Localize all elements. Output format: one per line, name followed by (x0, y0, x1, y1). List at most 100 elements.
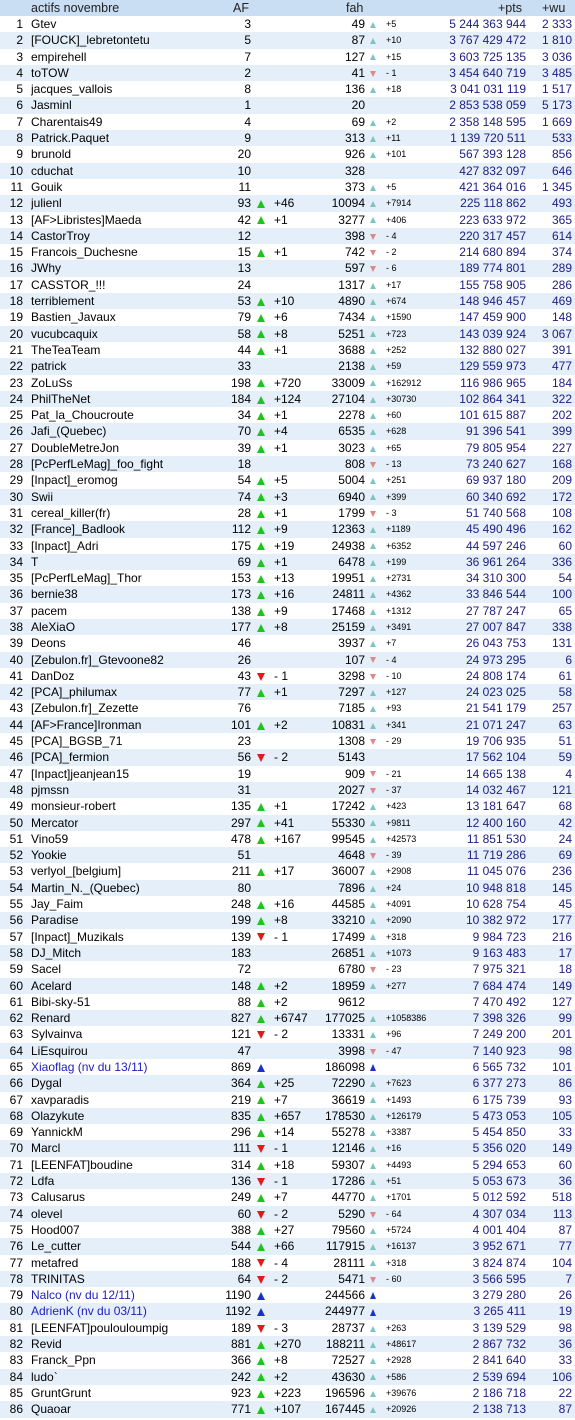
af-cell: 54 (237, 473, 251, 488)
af-trend (257, 1206, 271, 1222)
rank-cell: 28 (9, 457, 23, 472)
fah-trend (370, 212, 384, 228)
up-triangle-icon (257, 1014, 265, 1023)
table-row: 62 Renard 827 +6747 177025 +1058386 7 398 326 9… (0, 1010, 575, 1027)
rank-cell: 24 (9, 391, 23, 406)
rank-cell: 75 (9, 1222, 23, 1237)
fah-cell: 25159 (331, 619, 365, 634)
pts-cell: 3 824 874 (472, 1255, 526, 1270)
pts-cell: 189 774 801 (459, 261, 526, 276)
af-delta-cell: +124 (274, 391, 302, 406)
table-row: 73 Calusarus 249 +7 44770 +1701 5 012 592 518 (0, 1189, 575, 1206)
af-delta-cell: +1 (274, 245, 288, 260)
af-delta-cell: +18 (274, 1157, 295, 1172)
team-name-cell: ludo` (31, 1369, 58, 1384)
pts-cell: 3 767 429 472 (449, 33, 526, 48)
af-trend (257, 815, 271, 831)
af-delta-cell: +270 (274, 1337, 302, 1352)
af-cell: 60 (237, 1206, 251, 1221)
af-trend (257, 1320, 271, 1336)
fah-trend (370, 717, 384, 733)
wu-cell: 322 (551, 391, 572, 406)
af-trend (257, 978, 271, 994)
team-name-cell: [LEENFAT]poulouloumpig (31, 1320, 169, 1335)
rank-cell: 55 (9, 897, 23, 912)
fah-trend (370, 1303, 384, 1319)
down-triangle-icon (370, 233, 376, 240)
af-cell: 58 (237, 326, 251, 341)
af-trend (257, 1189, 271, 1205)
pts-cell: 91 396 541 (465, 424, 526, 439)
up-triangle-icon (370, 706, 376, 713)
rank-cell: 13 (9, 212, 23, 227)
down-triangle-icon (370, 787, 376, 794)
fah-cell: 4890 (338, 294, 365, 309)
pts-cell: 7 975 321 (472, 962, 526, 977)
fah-trend (370, 570, 384, 586)
down-triangle-icon (370, 1048, 376, 1055)
af-cell: 2 (244, 65, 251, 80)
up-triangle-icon (370, 901, 376, 908)
wu-cell: 58 (558, 685, 572, 700)
table-row: 81 [LEENFAT]poulouloumpig 189- 3 28737 +263 3… (0, 1319, 575, 1337)
up-triangle-icon (257, 1357, 265, 1366)
fah-cell: 24938 (331, 538, 365, 553)
wu-cell: 59 (558, 750, 572, 765)
fah-cell: 5290 (338, 1206, 365, 1221)
team-name-cell: Jasminl (31, 98, 72, 113)
rank-cell: 27 (9, 440, 23, 455)
pts-cell: 3 603 725 135 (449, 49, 526, 64)
fah-cell: 5251 (338, 326, 365, 341)
rank-cell: 34 (9, 554, 23, 569)
down-triangle-icon (370, 266, 376, 273)
wu-cell: 33 (558, 1125, 572, 1140)
fah-cell: 33009 (331, 375, 365, 390)
up-triangle-icon (370, 608, 376, 615)
table-row: 9 brunold 20 926 +101 567 393 128 856 (0, 146, 575, 163)
af-trend (257, 505, 271, 521)
table-row: 5 jacques_vallois 8 136 +18 3 041 031 119 1 51… (0, 81, 575, 98)
table-row: 7 Charentais49 4 69 +2 2 358 148 595 1 669 (0, 113, 575, 131)
af-delta-cell: +17 (274, 864, 295, 879)
pts-cell: 2 853 538 059 (449, 98, 526, 113)
rank-cell: 82 (9, 1337, 23, 1352)
table-row: 82 Revid 881 +270 188211 +48617 2 867 732 36 (0, 1336, 575, 1353)
wu-cell: 87 (558, 1222, 572, 1237)
up-triangle-icon (257, 998, 265, 1007)
af-cell: 23 (237, 734, 251, 749)
pts-cell: 3 279 280 (472, 1288, 526, 1303)
af-delta-cell: +1 (274, 554, 288, 569)
fah-trend (370, 766, 384, 782)
pts-cell: 101 615 887 (459, 408, 526, 423)
table-row: 33 [Inpact]_Adri 175 +19 24938 +6352 44 597 24… (0, 537, 575, 554)
fah-cell: 28111 (333, 1255, 365, 1270)
table-row: 64 LiEsquirou 47 3998- 47 7 140 923 98 (0, 1042, 575, 1059)
team-name-cell: metafred (31, 1255, 79, 1270)
wu-cell: 145 (551, 880, 572, 895)
af-trend (257, 1287, 271, 1303)
wu-cell: 113 (552, 1206, 572, 1221)
up-triangle-icon (257, 835, 265, 844)
team-name-cell: [Zebulon.fr]_Gtevoone82 (31, 652, 164, 667)
fah-cell: 127 (344, 49, 365, 64)
pts-cell: 13 181 647 (465, 799, 526, 814)
team-name-cell: ZoLuSs (31, 375, 73, 390)
wu-cell: 338 (551, 619, 572, 634)
af-delta-cell: +9 (274, 522, 288, 537)
up-triangle-icon (257, 607, 265, 616)
fah-cell: 5471 (338, 1271, 365, 1286)
af-delta-cell: +66 (274, 1239, 295, 1254)
af-delta-cell: +46 (274, 196, 295, 211)
up-triangle-icon (257, 1406, 265, 1415)
down-triangle-icon (370, 510, 376, 517)
up-triangle-icon (370, 918, 376, 925)
af-delta-cell: +167 (274, 831, 302, 846)
table-row: 69 YannickM 296 +14 55278 +3387 5 454 850 33 (0, 1124, 575, 1141)
af-delta-cell: +25 (274, 1076, 295, 1091)
table-row: 46 [PCA]_fermion 56 - 2 5143 17 562 104 59 (0, 749, 575, 766)
fah-cell: 18959 (331, 978, 365, 993)
fah-trend (370, 16, 384, 32)
rank-cell: 3 (16, 49, 23, 64)
fah-trend (370, 1173, 384, 1189)
rank-cell: 14 (9, 228, 23, 243)
